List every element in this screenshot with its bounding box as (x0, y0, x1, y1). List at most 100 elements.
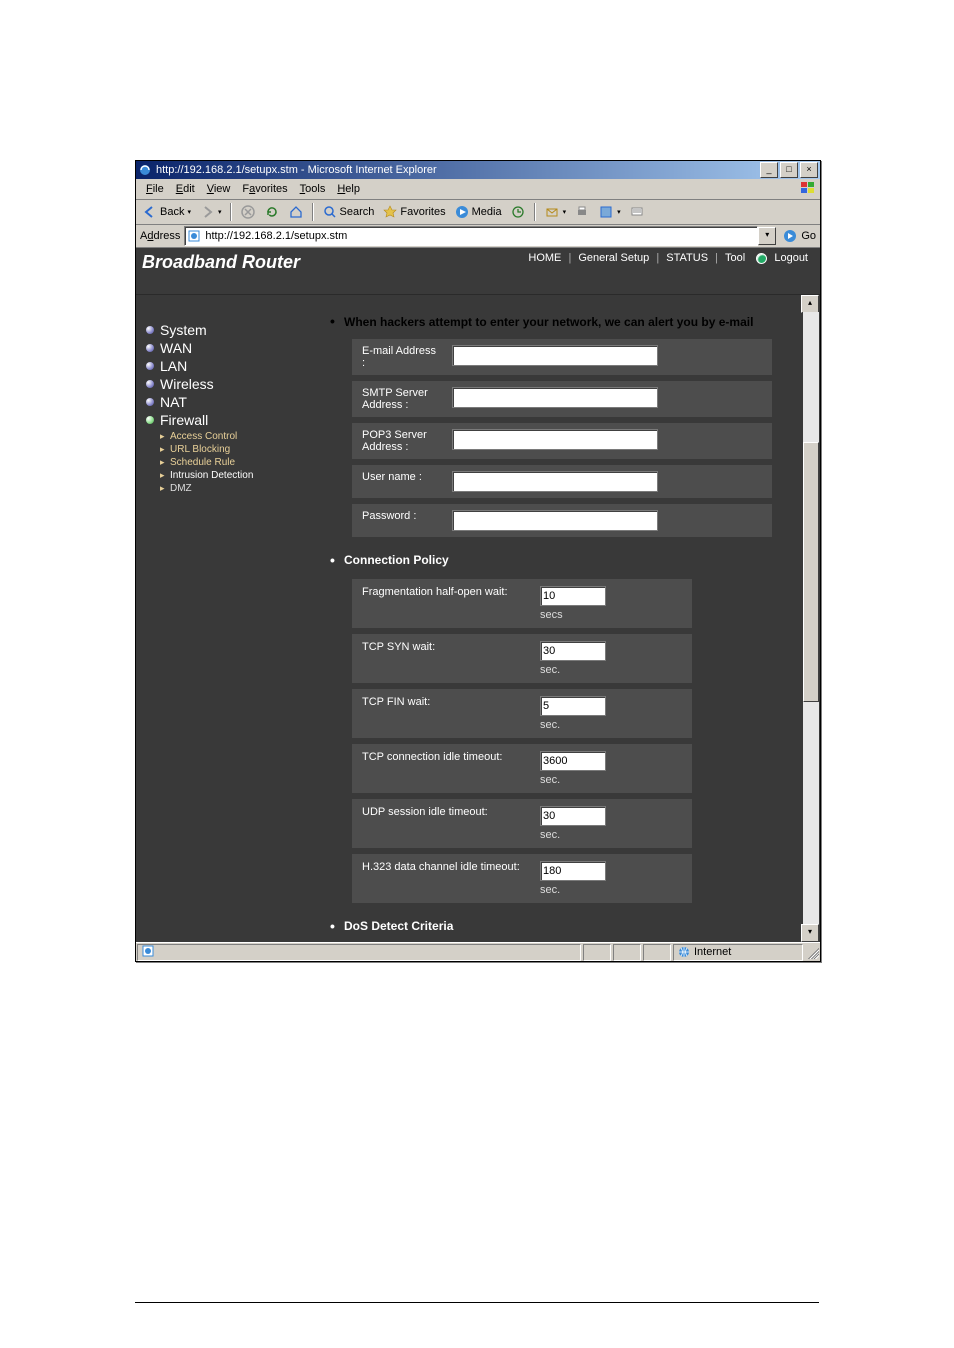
field-pop3-address: POP3 Server Address : (352, 423, 772, 459)
address-dropdown-button[interactable]: ▾ (758, 227, 776, 245)
router-brand: Broadband Router (142, 252, 300, 273)
resize-grip[interactable] (805, 945, 819, 959)
scroll-up-button[interactable]: ▴ (801, 295, 819, 313)
back-button[interactable]: Back ▾ (140, 203, 193, 221)
search-button[interactable]: Search (320, 203, 377, 221)
sidebar-sub-url-blocking[interactable]: URL Blocking (160, 443, 326, 456)
ie-logo-icon (138, 163, 152, 177)
tcp-fin-wait-input[interactable] (540, 696, 606, 716)
sidebar: System WAN LAN Wireless NAT Firewall Acc… (136, 295, 326, 942)
tcp-idle-timeout-input[interactable] (540, 751, 606, 771)
go-button[interactable]: Go (782, 228, 816, 244)
udp-idle-timeout-input[interactable] (540, 806, 606, 826)
refresh-icon (264, 204, 280, 220)
sidebar-item-lan[interactable]: LAN (146, 357, 326, 375)
field-smtp-address: SMTP Server Address : (352, 381, 772, 417)
close-button[interactable]: × (800, 162, 818, 178)
field-frag-half-open: Fragmentation half-open wait: secs (352, 579, 692, 628)
edit-button[interactable]: ▾ (596, 203, 623, 221)
discuss-button[interactable] (627, 203, 647, 221)
password-input[interactable] (452, 510, 658, 531)
favorites-label: Favorites (400, 206, 445, 218)
print-button[interactable] (572, 203, 592, 221)
field-label: H.323 data channel idle timeout: (362, 861, 522, 873)
field-tcp-fin-wait: TCP FIN wait: sec. (352, 689, 692, 738)
menu-file[interactable]: File (140, 181, 170, 197)
status-pane-2 (613, 944, 641, 961)
mail-button[interactable]: ▾ (542, 203, 569, 221)
field-h323-idle-timeout: H.323 data channel idle timeout: sec. (352, 854, 692, 903)
statusbar: Internet (136, 942, 820, 961)
menu-favorites[interactable]: Favorites (236, 181, 293, 197)
unit-label: sec. (540, 719, 606, 731)
field-label: SMTP Server Address : (362, 387, 442, 411)
address-bar: Address ▾ Go (136, 225, 820, 248)
refresh-button[interactable] (262, 203, 282, 221)
pop3-server-input[interactable] (452, 429, 658, 450)
sidebar-sub-access-control[interactable]: Access Control (160, 430, 326, 443)
field-tcp-syn-wait: TCP SYN wait: sec. (352, 634, 692, 683)
maximize-button[interactable]: □ (780, 162, 798, 178)
username-input[interactable] (452, 471, 658, 492)
section-email-alert-heading: When hackers attempt to enter your netwo… (328, 313, 792, 339)
stop-button[interactable] (238, 203, 258, 221)
sidebar-item-label: LAN (160, 358, 187, 374)
scroll-thumb[interactable] (803, 442, 819, 702)
history-button[interactable] (508, 203, 528, 221)
nav-logout[interactable]: Logout (774, 252, 808, 264)
nav-tool[interactable]: Tool (725, 252, 745, 264)
back-label: Back (160, 206, 184, 218)
field-password: Password : (352, 504, 772, 537)
field-label: User name : (362, 471, 442, 483)
sidebar-sub-dmz[interactable]: DMZ (160, 482, 326, 495)
mail-dropdown-icon[interactable]: ▾ (563, 208, 567, 216)
back-dropdown-icon[interactable]: ▾ (187, 208, 191, 216)
sidebar-sub-intrusion-detection[interactable]: Intrusion Detection (160, 469, 326, 482)
sidebar-item-firewall[interactable]: Firewall Access Control URL Blocking Sch… (146, 411, 326, 496)
edit-dropdown-icon[interactable]: ▾ (617, 208, 621, 216)
h323-idle-timeout-input[interactable] (540, 861, 606, 881)
smtp-server-input[interactable] (452, 387, 658, 408)
nav-status[interactable]: STATUS (666, 252, 708, 264)
email-address-input[interactable] (452, 345, 658, 366)
frag-half-open-input[interactable] (540, 586, 606, 606)
nav-home[interactable]: HOME (528, 252, 561, 264)
tcp-syn-wait-input[interactable] (540, 641, 606, 661)
unit-label: sec. (540, 664, 606, 676)
forward-dropdown-icon[interactable]: ▾ (218, 208, 222, 216)
menu-help[interactable]: Help (331, 181, 366, 197)
field-label: UDP session idle timeout: (362, 806, 522, 818)
field-label: E-mail Address : (362, 345, 442, 369)
scroll-track[interactable] (803, 312, 819, 925)
minimize-button[interactable]: _ (760, 162, 778, 178)
sidebar-item-wan[interactable]: WAN (146, 339, 326, 357)
status-page-icon (142, 945, 154, 960)
field-label: TCP SYN wait: (362, 641, 522, 653)
media-button[interactable]: Media (452, 203, 504, 221)
unit-label: sec. (540, 884, 606, 896)
forward-button[interactable]: ▾ (197, 203, 224, 221)
address-input-wrap (184, 226, 758, 246)
unit-label: secs (540, 609, 606, 621)
status-pane-3 (643, 944, 671, 961)
menu-edit[interactable]: Edit (170, 181, 201, 197)
nav-general-setup[interactable]: General Setup (578, 252, 649, 264)
sidebar-item-nat[interactable]: NAT (146, 393, 326, 411)
sidebar-item-system[interactable]: System (146, 321, 326, 339)
home-button[interactable] (286, 203, 306, 221)
media-icon (454, 204, 470, 220)
sidebar-item-wireless[interactable]: Wireless (146, 375, 326, 393)
go-icon (782, 228, 798, 244)
menu-view[interactable]: View (201, 181, 237, 197)
scroll-down-button[interactable]: ▾ (801, 924, 819, 942)
page-icon (187, 229, 201, 243)
section-dos-detect-heading: DoS Detect Criteria (328, 919, 792, 933)
favorites-button[interactable]: Favorites (380, 203, 447, 221)
sidebar-sub-schedule-rule[interactable]: Schedule Rule (160, 456, 326, 469)
internet-zone-icon (678, 946, 690, 958)
address-input[interactable] (203, 228, 757, 244)
unit-label: sec. (540, 774, 606, 786)
menu-tools[interactable]: Tools (294, 181, 332, 197)
window-titlebar: http://192.168.2.1/setupx.stm - Microsof… (136, 161, 820, 179)
status-pane-1 (583, 944, 611, 961)
